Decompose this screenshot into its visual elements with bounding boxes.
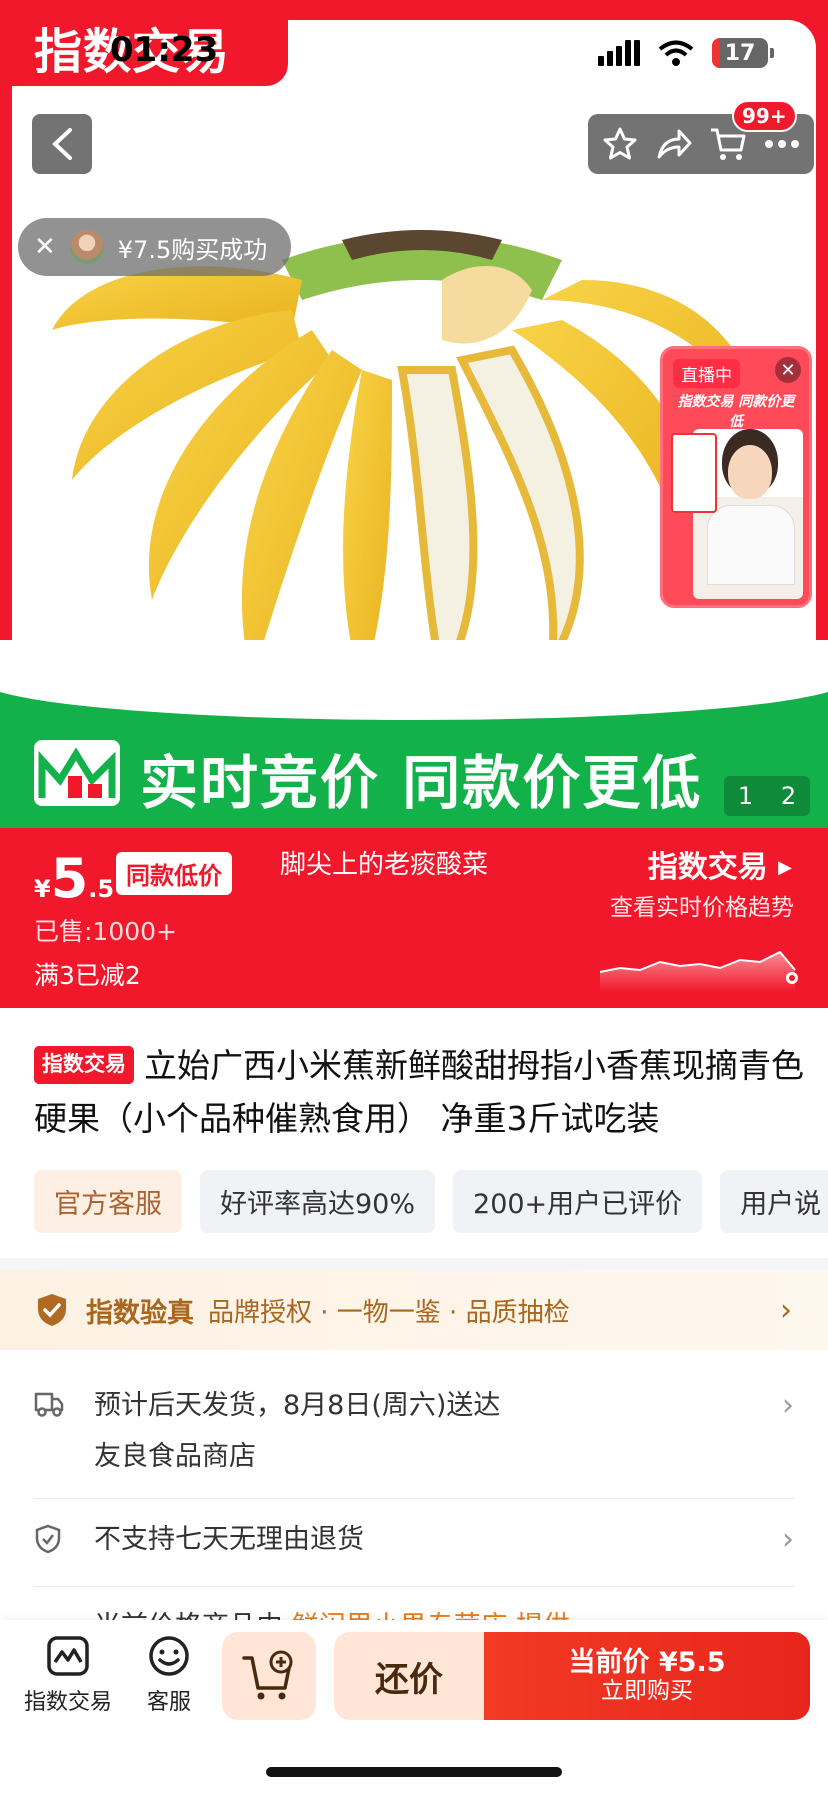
star-icon [603,127,637,160]
trend-title: 指数交易 [647,850,768,885]
live-stream-card[interactable]: 直播中 ✕ 指数交易 同款价更低 [660,346,812,608]
home-indicator [266,1767,562,1777]
buy-now-label: 立即购买 [601,1678,693,1705]
price-integer: 5 [50,847,89,910]
returns-row[interactable]: 不支持七天无理由退货 › [34,1518,794,1561]
more-icon [764,140,799,148]
close-icon[interactable]: ✕ [34,232,56,262]
shield-check-icon [38,1294,66,1326]
favorite-button[interactable] [602,126,638,162]
verify-title: 指数验真 [86,1297,194,1329]
live-subtitle: 指数交易 同款价更低 [677,394,795,430]
price-trend-sparkline [600,950,798,992]
product-title-text: 立始广西小米蕉新鲜酸甜拇指小香蕉现摘青色硬果（小个品种催熟食用） 净重3斤试吃装 [34,1046,804,1138]
tab-exchange-label: 指数交易 [24,1690,113,1715]
close-icon[interactable]: ✕ [775,357,801,383]
toast-text: ¥7.5购买成功 [117,235,268,264]
shop-name: 友良食品商店 [94,1441,256,1473]
more-button[interactable] [764,139,800,149]
pager-total: 2 [780,782,797,810]
chip-good-rate[interactable]: 好评率高达90% [200,1170,436,1233]
avatar [69,230,104,264]
sold-count: 已售:1000+ [34,917,177,946]
authenticity-row[interactable]: 指数验真 品牌授权 · 一物一鉴 · 品质抽检 › [0,1270,828,1350]
live-poster [671,433,717,513]
battery-indicator: 17 [712,38,774,68]
cart-count-badge: 99+ [732,100,797,132]
low-price-badge: 同款低价 [116,852,232,895]
caret-right-icon: ▶ [778,857,792,878]
product-title: 指数交易 立始广西小米蕉新鲜酸甜拇指小香蕉现摘青色硬果（小个品种催熟食用） 净重3… [34,1040,814,1146]
shield-icon [34,1518,68,1561]
truck-icon [34,1384,68,1478]
section-divider [0,1258,828,1270]
exchange-badge: 指数交易 [34,1046,134,1084]
shipping-row[interactable]: 预计后天发货，8月8日(周六)送达 友良食品商店 › [34,1384,794,1478]
buy-now-button[interactable]: 当前价 ¥5.5 立即购买 [484,1632,810,1720]
chip-reviews[interactable]: 200+用户已评价 [453,1170,703,1233]
shop-tag[interactable]: 脚尖上的老痰酸菜 [280,844,488,881]
status-icons: 17 [598,38,774,68]
price-trend-link[interactable]: 指数交易 ▶ [648,842,792,886]
cart-icon [711,128,746,160]
chevron-left-icon [52,128,72,160]
purchase-toast: ✕ ¥7.5购买成功 [18,218,292,276]
tab-service[interactable]: 客服 [146,1634,192,1716]
banner-text: 实时竞价 同款价更低 [140,749,703,817]
share-button[interactable] [655,127,693,161]
cart-plus-icon [242,1650,293,1700]
row-divider [34,1498,794,1499]
product-title-block: 指数交易 立始广西小米蕉新鲜酸甜拇指小香蕉现摘青色硬果（小个品种催熟食用） 净重3… [34,1040,814,1146]
price-bar: ¥ 5 .5 同款低价 脚尖上的老痰酸菜 已售:1000+ 满3已减2 指数交易… [0,828,828,1008]
chevron-right-icon: › [780,1292,792,1328]
pager-current: 1 [737,782,754,810]
product-gallery[interactable]: 指数交易 01:23 17 99+ ✕ ¥7.5购买成功 直播中 ✕ 指数交易 … [0,0,828,828]
promo-text: 满3已减2 [34,961,141,990]
back-button[interactable] [32,114,92,174]
verify-description: 品牌授权 · 一物一鉴 · 品质抽检 [208,1297,570,1328]
chip-official-service[interactable]: 官方客服 [34,1170,182,1233]
exchange-logo-icon [34,740,120,806]
shipping-estimate: 预计后天发货，8月8日(周六)送达 [94,1390,501,1421]
gallery-pager: 1 2 [724,776,810,816]
bargain-button[interactable]: 还价 [334,1632,484,1720]
smile-icon [149,1636,189,1676]
shop-icon [47,1636,89,1676]
signal-icon [598,40,640,66]
returns-policy: 不支持七天无理由退货 [94,1524,364,1555]
tab-service-label: 客服 [146,1690,191,1715]
price-currency: ¥ [34,875,51,903]
status-time: 01:23 [110,30,219,70]
share-icon [657,129,692,159]
row-divider [34,1586,794,1587]
current-price: ¥ 5 .5 [34,852,114,906]
live-label: 直播中 [673,359,740,388]
cart-button[interactable] [709,126,747,162]
tab-exchange[interactable]: 指数交易 [24,1634,112,1716]
chip-users-say[interactable]: 用户说 [720,1170,828,1233]
trend-subtitle: 查看实时价格趋势 [610,895,794,921]
chevron-right-icon: › [782,1388,794,1423]
wifi-icon [658,40,694,66]
price-decimal: .5 [88,875,115,903]
chevron-right-icon: › [782,1522,794,1557]
product-chips: 官方客服 好评率高达90% 200+用户已评价 用户说 [34,1170,828,1233]
add-to-cart-button[interactable] [222,1632,316,1720]
banner-curve [0,640,828,720]
buy-price-label: 当前价 ¥5.5 [568,1647,726,1679]
